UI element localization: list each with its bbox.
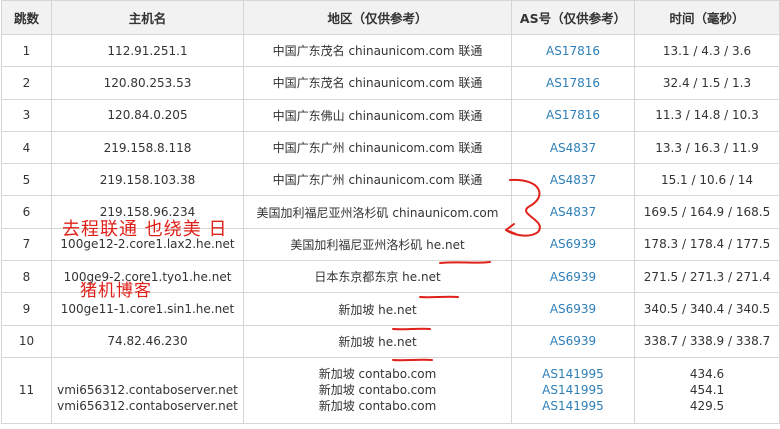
table-row: 9 100ge11-1.core1.sin1.he.net 新加坡 he.net AS… <box>1 292 780 326</box>
as-cell[interactable]: AS6939 <box>511 292 635 326</box>
as-cell[interactable]: AS17816 <box>511 66 635 100</box>
table-row: 6 219.158.96.234 美国加利福尼亚州洛杉矶 chinaunicom.c… <box>1 195 780 229</box>
region-cell: 美国加利福尼亚州洛杉矶 chinaunicom.com <box>243 195 512 229</box>
time-cell: 271.5 / 271.3 / 271.4 <box>634 260 780 294</box>
region-cell: 日本东京都东京 he.net <box>243 260 512 294</box>
region-cell: 新加坡 he.net <box>243 324 512 358</box>
region-text: 新加坡 contabo.com <box>318 367 437 382</box>
table-row: 5 219.158.103.38 中国广东广州 chinaunicom.com 联通… <box>1 163 780 197</box>
host-cell: 74.82.46.230 <box>51 324 244 358</box>
time-cell: 15.1 / 10.6 / 14 <box>634 163 780 197</box>
hop-cell: 4 <box>1 130 52 165</box>
region-cell: 美国加利福尼亚州洛杉矶 he.net <box>243 227 512 262</box>
as-link[interactable]: AS141995 <box>512 382 634 398</box>
table-row: 2 120.80.253.53 中国广东茂名 chinaunicom.com 联通 A… <box>1 66 780 100</box>
hop-cell: 8 <box>1 260 52 294</box>
host-cell: 219.158.8.118 <box>51 130 244 165</box>
host-cell: 100ge12-2.core1.lax2.he.net <box>51 227 244 262</box>
as-cell[interactable]: AS6939 <box>511 260 635 294</box>
as-cell[interactable]: AS17816 <box>511 33 635 68</box>
as-link[interactable]: AS141995 <box>512 398 634 414</box>
time-cell: 13.1 / 4.3 / 3.6 <box>634 33 780 68</box>
table-row: 8 100ge9-2.core1.tyo1.he.net 日本东京都东京 he.ne… <box>1 260 780 294</box>
hop-cell: 3 <box>1 98 52 132</box>
as-cell[interactable]: AS4837 <box>511 163 635 197</box>
region-cell: 新加坡 he.net <box>243 292 512 326</box>
as-cell[interactable]: AS6939 <box>511 227 635 262</box>
hop-cell: 10 <box>1 324 52 358</box>
time-cell: 178.3 / 178.4 / 177.5 <box>634 227 780 262</box>
table-row: 4 219.158.8.118 中国广东广州 chinaunicom.com 联通 A… <box>1 130 780 165</box>
traceroute-table: 跳数 主机名 地区（仅供参考） AS号（仅供参考） 时间（毫秒） 1 112.91… <box>1 0 780 424</box>
host-cell: 120.84.0.205 <box>51 98 244 132</box>
hop-cell: 11 <box>1 356 52 424</box>
as-cell[interactable]: AS4837 <box>511 195 635 229</box>
header-host[interactable]: 主机名 <box>51 0 244 35</box>
region-cell: 中国广东佛山 chinaunicom.com 联通 <box>243 98 512 132</box>
region-cell: 中国广东茂名 chinaunicom.com 联通 <box>243 66 512 100</box>
header-region[interactable]: 地区（仅供参考） <box>243 0 512 35</box>
region-text: 新加坡 contabo.com <box>318 399 437 414</box>
header-as[interactable]: AS号（仅供参考） <box>511 0 635 35</box>
time-cell: 32.4 / 1.5 / 1.3 <box>634 66 780 100</box>
hop-cell: 2 <box>1 66 52 100</box>
region-cell: 中国广东广州 chinaunicom.com 联通 <box>243 130 512 165</box>
region-cell: 中国广东广州 chinaunicom.com 联通 <box>243 163 512 197</box>
as-link[interactable]: AS141995 <box>512 366 634 382</box>
as-cell[interactable]: AS6939 <box>511 324 635 358</box>
host-cell: vmi656312.contaboserver.net vmi656312.co… <box>51 356 244 424</box>
table-row: 1 112.91.251.1 中国广东茂名 chinaunicom.com 联通 AS… <box>1 33 780 68</box>
table-row: 10 74.82.46.230 新加坡 he.net AS6939 338.7 / 33… <box>1 324 780 358</box>
as-cell: AS141995 AS141995 AS141995 <box>511 356 635 424</box>
time-cell: 169.5 / 164.9 / 168.5 <box>634 195 780 229</box>
host-text: vmi656312.contaboserver.net <box>57 383 238 398</box>
host-cell: 219.158.96.234 <box>51 195 244 229</box>
table-row: 3 120.84.0.205 中国广东佛山 chinaunicom.com 联通 AS… <box>1 98 780 132</box>
header-hop[interactable]: 跳数 <box>1 0 52 35</box>
time-cell: 340.5 / 340.4 / 340.5 <box>634 292 780 326</box>
hop-cell: 9 <box>1 292 52 326</box>
time-cell: 434.6 454.1 429.5 <box>634 356 780 424</box>
table-row: 11 vmi656312.contaboserver.net vmi656312… <box>1 356 780 424</box>
host-cell: 100ge9-2.core1.tyo1.he.net <box>51 260 244 294</box>
host-text <box>53 366 243 382</box>
header-time[interactable]: 时间（毫秒） <box>634 0 780 35</box>
table-header-row: 跳数 主机名 地区（仅供参考） AS号（仅供参考） 时间（毫秒） <box>1 0 780 35</box>
time-cell: 13.3 / 16.3 / 11.9 <box>634 130 780 165</box>
hop-cell: 7 <box>1 227 52 262</box>
time-cell: 11.3 / 14.8 / 10.3 <box>634 98 780 132</box>
host-cell: 112.91.251.1 <box>51 33 244 68</box>
hop-cell: 6 <box>1 195 52 229</box>
region-text: 新加坡 contabo.com <box>318 383 437 398</box>
region-cell: 中国广东茂名 chinaunicom.com 联通 <box>243 33 512 68</box>
host-text: vmi656312.contaboserver.net <box>57 399 238 414</box>
host-cell: 100ge11-1.core1.sin1.he.net <box>51 292 244 326</box>
time-text: 429.5 <box>689 399 725 414</box>
time-text: 454.1 <box>689 383 725 398</box>
host-cell: 219.158.103.38 <box>51 163 244 197</box>
host-cell: 120.80.253.53 <box>51 66 244 100</box>
region-cell: 新加坡 contabo.com 新加坡 contabo.com 新加坡 cont… <box>243 356 512 424</box>
hop-cell: 1 <box>1 33 52 68</box>
as-cell[interactable]: AS4837 <box>511 130 635 165</box>
as-cell[interactable]: AS17816 <box>511 98 635 132</box>
table-row: 7 100ge12-2.core1.lax2.he.net 美国加利福尼亚州洛杉矶 … <box>1 227 780 262</box>
time-cell: 338.7 / 338.9 / 338.7 <box>634 324 780 358</box>
hop-cell: 5 <box>1 163 52 197</box>
time-text: 434.6 <box>689 367 725 382</box>
